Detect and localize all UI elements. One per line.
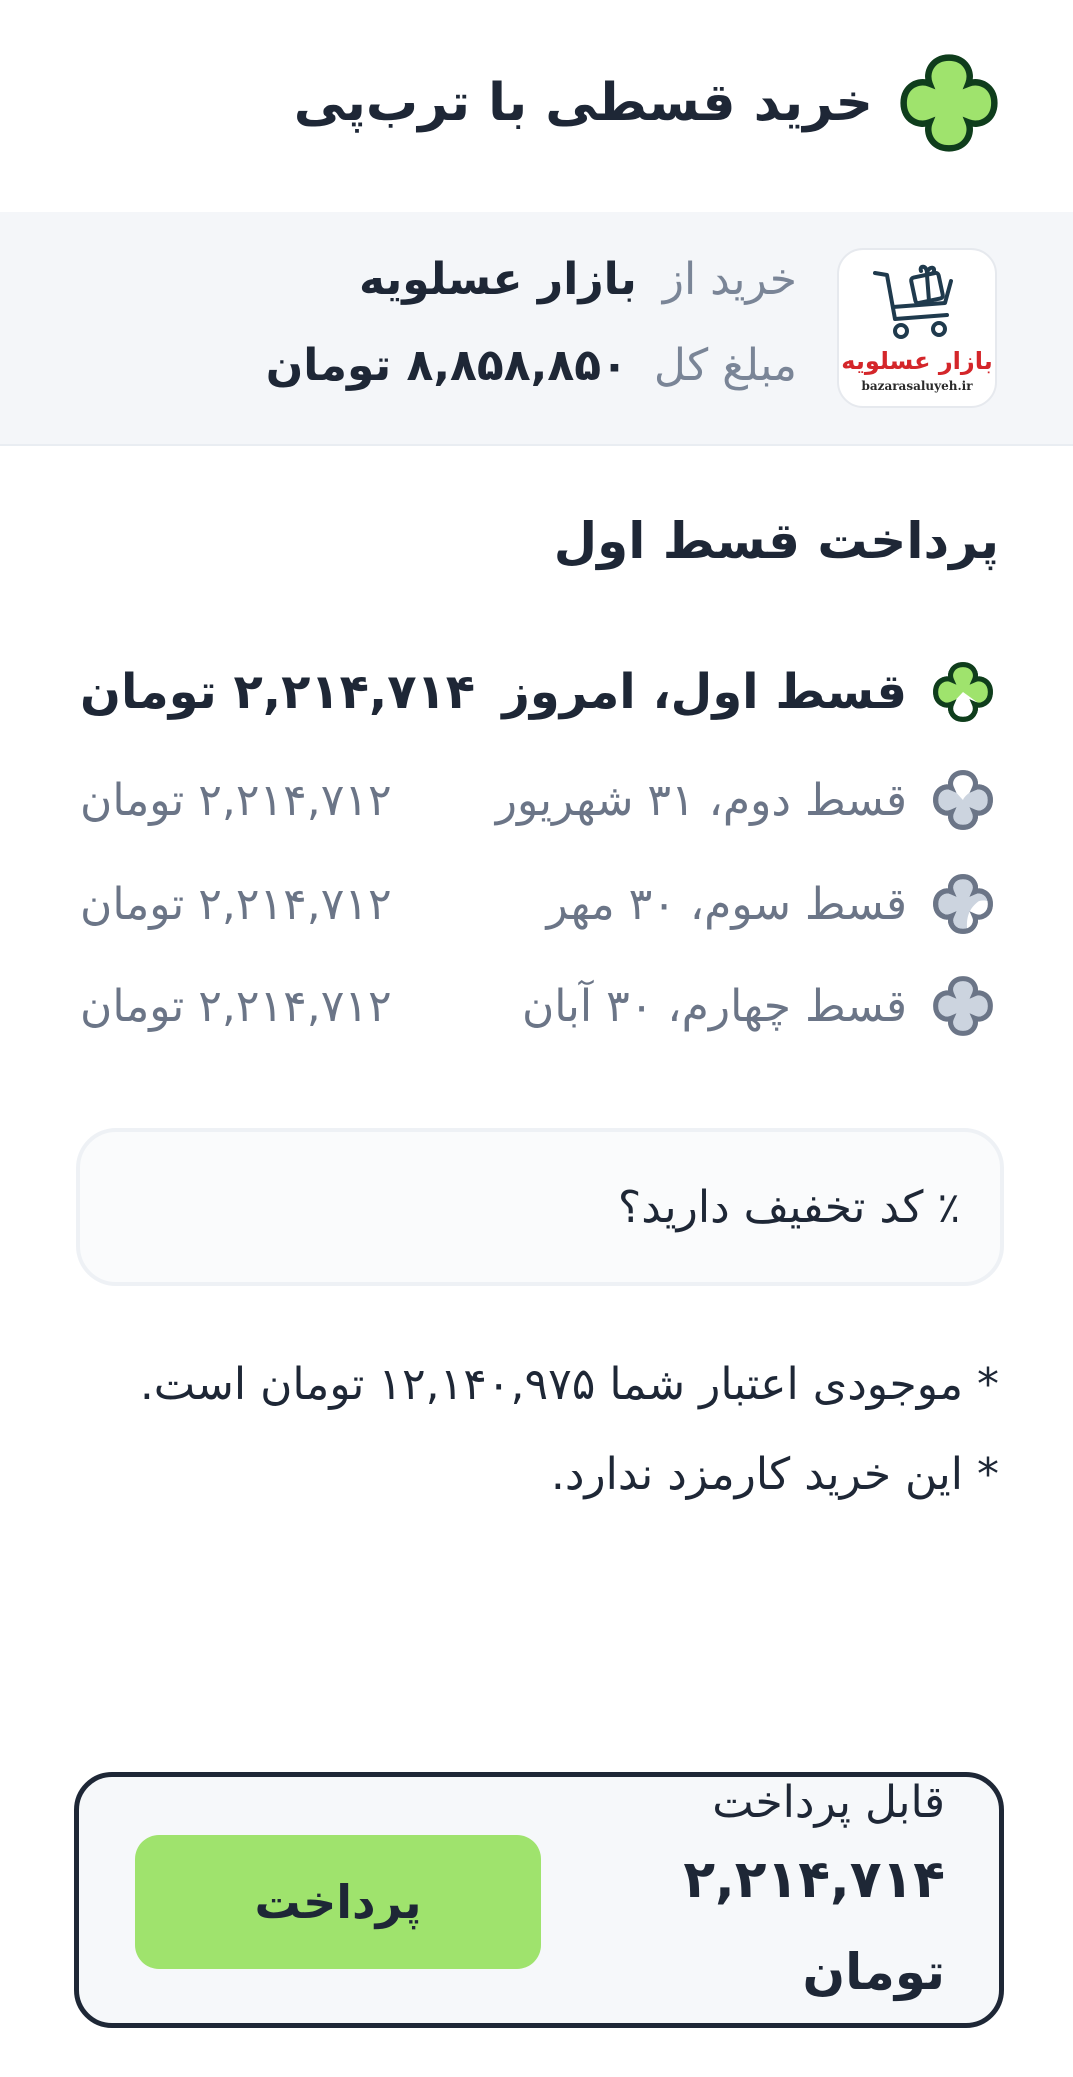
installment-amount: ۲,۲۱۴,۷۱۲ تومان [80,980,392,1032]
header: خرید قسطی با ترب‌پی [70,48,1003,158]
installment-checkout-screen: خرید قسطی با ترب‌پی بازار عسلویه bazaras… [0,0,1073,2077]
installment-label: قسط سوم، ۳۰ مهر [546,878,907,930]
percent-icon: ٪ [937,1182,960,1232]
installment-row: قسط اول، امروز ۲,۲۱۴,۷۱۴ تومان [80,652,999,732]
total-amount-label: مبلغ کل [653,340,797,391]
merchant-logo-site: bazarasaluyeh.ir [861,379,973,393]
installment-label: قسط چهارم، ۳۰ آبان [521,980,907,1032]
section-title: پرداخت قسط اول [553,512,999,570]
torobpay-clover-icon [900,54,998,152]
merchant-total-row: مبلغ کل ۸,۸۵۸,۸۵۰ تومان [266,340,797,391]
shopping-cart-gift-icon [873,264,953,339]
merchant-from-row: خرید از بازار عسلویه [359,254,797,305]
installment-row: قسط دوم، ۳۱ شهریور ۲,۲۱۴,۷۱۲ تومان [80,760,999,840]
total-amount-value: ۸,۸۵۸,۸۵۰ تومان [265,340,628,391]
merchant-name: بازار عسلویه [359,254,637,305]
notes: * موجودی اعتبار شما ۱۲,۱۴۰,۹۷۵ تومان است… [139,1340,999,1520]
installment-2-clover-icon [933,770,993,830]
payable-info: قابل پرداخت ۲,۲۱۴,۷۱۴ تومان [625,1777,945,2017]
payable-currency: تومان [802,1943,945,2001]
installment-1-clover-icon [933,662,993,722]
installment-label: قسط اول، امروز [502,664,907,720]
installment-amount: ۲,۲۱۴,۷۱۴ تومان [80,664,476,720]
installment-amount: ۲,۲۱۴,۷۱۲ تومان [80,878,392,930]
page-title: خرید قسطی با ترب‌پی [293,73,873,133]
pay-button[interactable]: پرداخت [135,1835,541,1969]
merchant-info: بازار عسلویه bazarasaluyeh.ir خرید از با… [0,212,1073,446]
installment-row: قسط سوم، ۳۰ مهر ۲,۲۱۴,۷۱۲ تومان [80,864,999,944]
discount-code-label: کد تخفیف دارید؟ [617,1181,924,1233]
merchant-logo: بازار عسلویه bazarasaluyeh.ir [837,248,997,408]
installment-3-clover-icon [933,874,993,934]
payable-label: قابل پرداخت [712,1777,945,1828]
merchant-from-label: خرید از [662,254,797,305]
installment-label: قسط دوم، ۳۱ شهریور [495,774,907,826]
installment-row: قسط چهارم، ۳۰ آبان ۲,۲۱۴,۷۱۲ تومان [80,966,999,1046]
installment-amount: ۲,۲۱۴,۷۱۲ تومان [80,774,392,826]
no-fee-note: * این خرید کارمزد ندارد. [550,1449,999,1500]
discount-code-button[interactable]: ٪ کد تخفیف دارید؟ [76,1128,1004,1286]
credit-balance-note: * موجودی اعتبار شما ۱۲,۱۴۰,۹۷۵ تومان است… [139,1359,999,1410]
payment-bar: قابل پرداخت ۲,۲۱۴,۷۱۴ تومان پرداخت [74,1772,1004,2028]
merchant-logo-name: بازار عسلویه [841,347,993,375]
installment-4-clover-icon [933,976,993,1036]
payable-amount: ۲,۲۱۴,۷۱۴ [683,1850,945,1910]
